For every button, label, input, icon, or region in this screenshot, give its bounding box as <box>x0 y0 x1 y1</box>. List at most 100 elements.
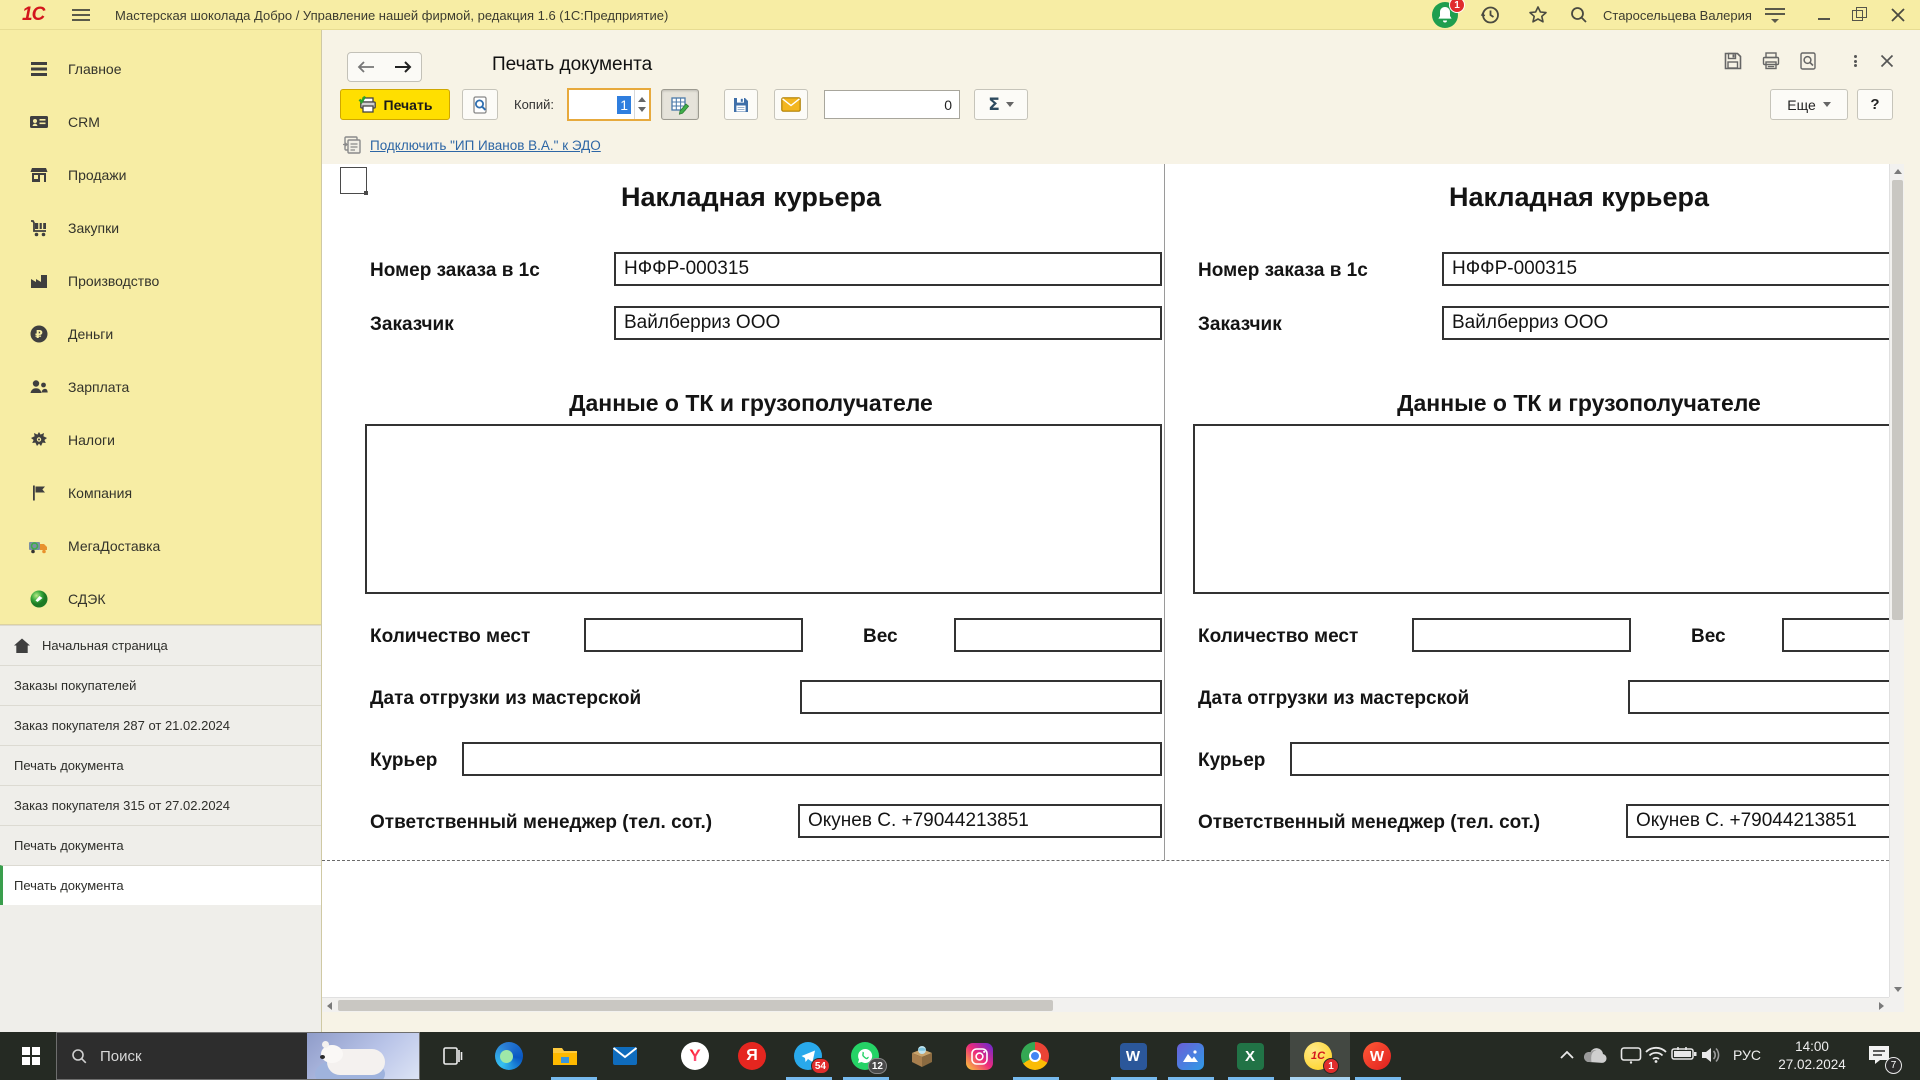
taskbar-search-input[interactable]: Поиск <box>56 1032 420 1080</box>
stepper-up-icon[interactable] <box>638 97 646 102</box>
scroll-down-arrow[interactable] <box>1890 982 1904 997</box>
scroll-left-arrow[interactable] <box>322 998 337 1012</box>
manager-cell[interactable]: Окунев С. +79044213851 <box>798 804 1162 838</box>
minimize-button[interactable] <box>1818 0 1830 30</box>
edo-connect-link[interactable]: Подключить "ИП Иванов В.А." к ЭДО <box>370 138 601 153</box>
sidebar-item-cdek[interactable]: СДЭК <box>0 572 321 625</box>
yandex-icon[interactable]: Я <box>738 1042 766 1070</box>
send-email-button[interactable] <box>774 89 808 120</box>
photos-icon[interactable] <box>1176 1042 1204 1070</box>
weight-cell[interactable] <box>1782 618 1904 652</box>
vertical-scroll-thumb[interactable] <box>1892 180 1903 620</box>
sum-button[interactable]: Σ <box>974 89 1028 120</box>
tab-customer-orders[interactable]: Заказы покупателей <box>0 665 321 705</box>
places-cell[interactable] <box>584 618 803 652</box>
battery-icon[interactable] <box>1671 1046 1697 1062</box>
global-search-icon[interactable] <box>1568 0 1590 30</box>
tab-print-document-2[interactable]: Печать документа <box>0 825 321 865</box>
spreadsheet-document-area[interactable]: Накладная курьера Номер заказа в 1с НФФР… <box>322 164 1904 1012</box>
order-number-cell[interactable]: НФФР-000315 <box>614 252 1162 286</box>
cargo-info-cell[interactable] <box>365 424 1162 594</box>
cast-display-icon[interactable] <box>1620 1046 1642 1064</box>
places-cell[interactable] <box>1412 618 1631 652</box>
file-explorer-icon[interactable] <box>551 1042 579 1070</box>
sidebar-item-crm[interactable]: CRM <box>0 95 321 148</box>
task-view-icon[interactable] <box>438 1042 466 1070</box>
ship-date-cell[interactable] <box>1628 680 1904 714</box>
count-field[interactable]: 0 <box>824 90 960 119</box>
preview-button[interactable] <box>462 89 498 120</box>
form-close-icon[interactable] <box>1876 50 1898 72</box>
notifications-bell-button[interactable]: 1 <box>1432 0 1458 30</box>
form-save-icon[interactable] <box>1722 50 1744 72</box>
favorites-star-icon[interactable] <box>1527 0 1549 30</box>
sidebar-item-sales[interactable]: Продажи <box>0 148 321 201</box>
nav-forward-button[interactable] <box>384 52 422 82</box>
horizontal-scrollbar[interactable] <box>322 997 1889 1012</box>
start-button[interactable] <box>8 1032 54 1080</box>
ship-date-cell[interactable] <box>800 680 1162 714</box>
courier-cell[interactable] <box>462 742 1162 776</box>
wifi-icon[interactable] <box>1645 1046 1667 1063</box>
copies-stepper-arrows[interactable] <box>634 90 649 119</box>
language-indicator[interactable]: РУС <box>1733 1047 1761 1063</box>
order-number-cell[interactable]: НФФР-000315 <box>1442 252 1904 286</box>
sidebar-item-purchases[interactable]: Закупки <box>0 201 321 254</box>
yandex-browser-icon[interactable]: Y <box>681 1042 709 1070</box>
sidebar-item-taxes[interactable]: Налоги <box>0 413 321 466</box>
sidebar-item-production[interactable]: Производство <box>0 254 321 307</box>
restore-button[interactable] <box>1852 0 1863 30</box>
tab-home-page[interactable]: Начальная страница <box>0 625 321 665</box>
onedrive-icon[interactable] <box>1582 1046 1608 1064</box>
character-app-icon[interactable] <box>908 1042 936 1070</box>
sidebar-item-salary[interactable]: Зарплата <box>0 360 321 413</box>
print-button[interactable]: Печать <box>340 89 450 120</box>
courier-cell[interactable] <box>1290 742 1904 776</box>
nav-back-button[interactable] <box>347 52 385 82</box>
help-button[interactable]: ? <box>1857 89 1893 120</box>
tab-order-287[interactable]: Заказ покупателя 287 от 21.02.2024 <box>0 705 321 745</box>
history-icon[interactable] <box>1479 0 1501 30</box>
copies-value[interactable]: 1 <box>569 90 634 119</box>
excel-icon[interactable]: X <box>1236 1042 1264 1070</box>
taskbar-clock[interactable]: 14:00 27.02.2024 <box>1768 1038 1856 1074</box>
weight-cell[interactable] <box>954 618 1162 652</box>
edit-spreadsheet-toggle[interactable] <box>661 89 699 120</box>
customer-cell[interactable]: Вайлберриз ООО <box>614 306 1162 340</box>
action-center-icon[interactable]: 7 <box>1866 1042 1896 1070</box>
form-more-icon[interactable] <box>1844 50 1866 72</box>
instagram-icon[interactable] <box>965 1042 993 1070</box>
tray-expand-chevron-icon[interactable] <box>1560 1050 1574 1060</box>
current-user[interactable]: Старосельцева Валерия <box>1603 0 1752 30</box>
save-file-button[interactable] <box>724 89 758 120</box>
customer-cell[interactable]: Вайлберриз ООО <box>1442 306 1904 340</box>
manager-cell[interactable]: Окунев С. +79044213851 <box>1626 804 1904 838</box>
close-app-button[interactable] <box>1890 0 1906 30</box>
main-menu-icon[interactable] <box>72 0 90 30</box>
tab-print-document-1[interactable]: Печать документа <box>0 745 321 785</box>
sidebar-item-money[interactable]: ₽ Деньги <box>0 307 321 360</box>
more-button[interactable]: Еще <box>1770 89 1848 120</box>
1c-logo[interactable]: 1С <box>22 0 44 30</box>
form-preview-icon[interactable] <box>1797 50 1819 72</box>
sidebar-item-megadostavka[interactable]: МегаДоставка <box>0 519 321 572</box>
wps-icon[interactable]: W <box>1363 1042 1391 1070</box>
scroll-right-arrow[interactable] <box>1874 998 1889 1012</box>
word-icon[interactable]: W <box>1119 1042 1147 1070</box>
edge-icon[interactable] <box>495 1042 523 1070</box>
service-menu-icon[interactable] <box>1765 0 1785 30</box>
copies-stepper[interactable]: 1 <box>567 88 651 121</box>
tab-print-document-active[interactable]: Печать документа <box>0 865 321 905</box>
onec-app-icon[interactable]: 1С 1 <box>1304 1042 1332 1070</box>
chrome-icon[interactable] <box>1021 1042 1049 1070</box>
telegram-icon[interactable]: 54 <box>794 1042 822 1070</box>
form-print-icon[interactable] <box>1760 50 1782 72</box>
horizontal-scroll-thumb[interactable] <box>338 1000 1053 1011</box>
selected-cell-cursor[interactable] <box>340 167 367 194</box>
stepper-down-icon[interactable] <box>638 107 646 112</box>
cargo-info-cell[interactable] <box>1193 424 1904 594</box>
tab-order-315[interactable]: Заказ покупателя 315 от 27.02.2024 <box>0 785 321 825</box>
mail-icon[interactable] <box>611 1042 639 1070</box>
whatsapp-icon[interactable]: 12 <box>851 1042 879 1070</box>
sidebar-item-company[interactable]: Компания <box>0 466 321 519</box>
